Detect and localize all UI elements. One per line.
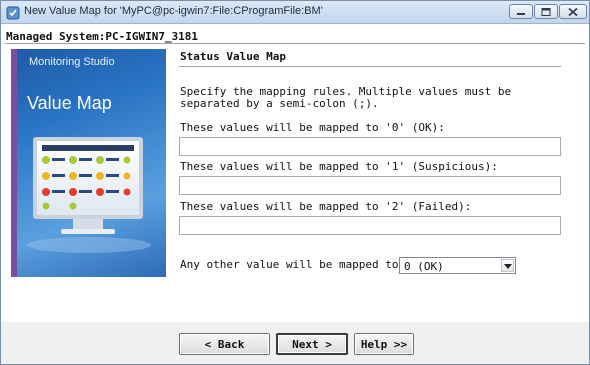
window-title: New Value Map for 'MyPC@pc-igwin7:File:C…	[24, 5, 323, 17]
wizard-banner-image: Monitoring Studio Value Map	[11, 49, 166, 277]
failed-values-input[interactable]	[179, 216, 561, 235]
failed-values-label: These values will be mapped to '2' (Fail…	[180, 200, 472, 213]
help-button[interactable]: Help >>	[354, 333, 414, 355]
maximize-icon	[541, 7, 551, 16]
dropdown-arrow-button[interactable]	[501, 259, 514, 272]
suspicious-values-label: These values will be mapped to '1' (Susp…	[180, 160, 498, 173]
app-icon	[6, 5, 20, 20]
other-value-select[interactable]: 0 (OK)	[399, 257, 516, 274]
managed-system-label: Managed System:PC-IGWIN7_3181	[6, 30, 199, 43]
maximize-button[interactable]	[534, 4, 558, 19]
instructions-text: Specify the mapping rules. Multiple valu…	[180, 85, 512, 110]
header-divider	[5, 43, 585, 45]
ok-values-label: These values will be mapped to '0' (OK):	[180, 121, 445, 134]
other-value-selected: 0 (OK)	[404, 260, 444, 273]
monitor-illustration	[27, 137, 151, 253]
next-button[interactable]: Next >	[276, 333, 348, 355]
close-button[interactable]	[559, 4, 587, 19]
title-bar[interactable]: New Value Map for 'MyPC@pc-igwin7:File:C…	[1, 1, 589, 24]
minimize-button[interactable]	[509, 4, 533, 19]
chevron-down-icon	[504, 264, 512, 269]
suspicious-values-input[interactable]	[179, 176, 561, 195]
section-heading: Status Value Map	[180, 50, 286, 63]
close-icon	[568, 7, 578, 16]
back-button[interactable]: < Back	[179, 333, 270, 355]
section-divider	[179, 66, 561, 68]
dialog-window: New Value Map for 'MyPC@pc-igwin7:File:C…	[0, 0, 590, 365]
other-value-label: Any other value will be mapped to	[180, 258, 399, 271]
minimize-icon	[517, 12, 525, 15]
ok-values-input[interactable]	[179, 137, 561, 156]
